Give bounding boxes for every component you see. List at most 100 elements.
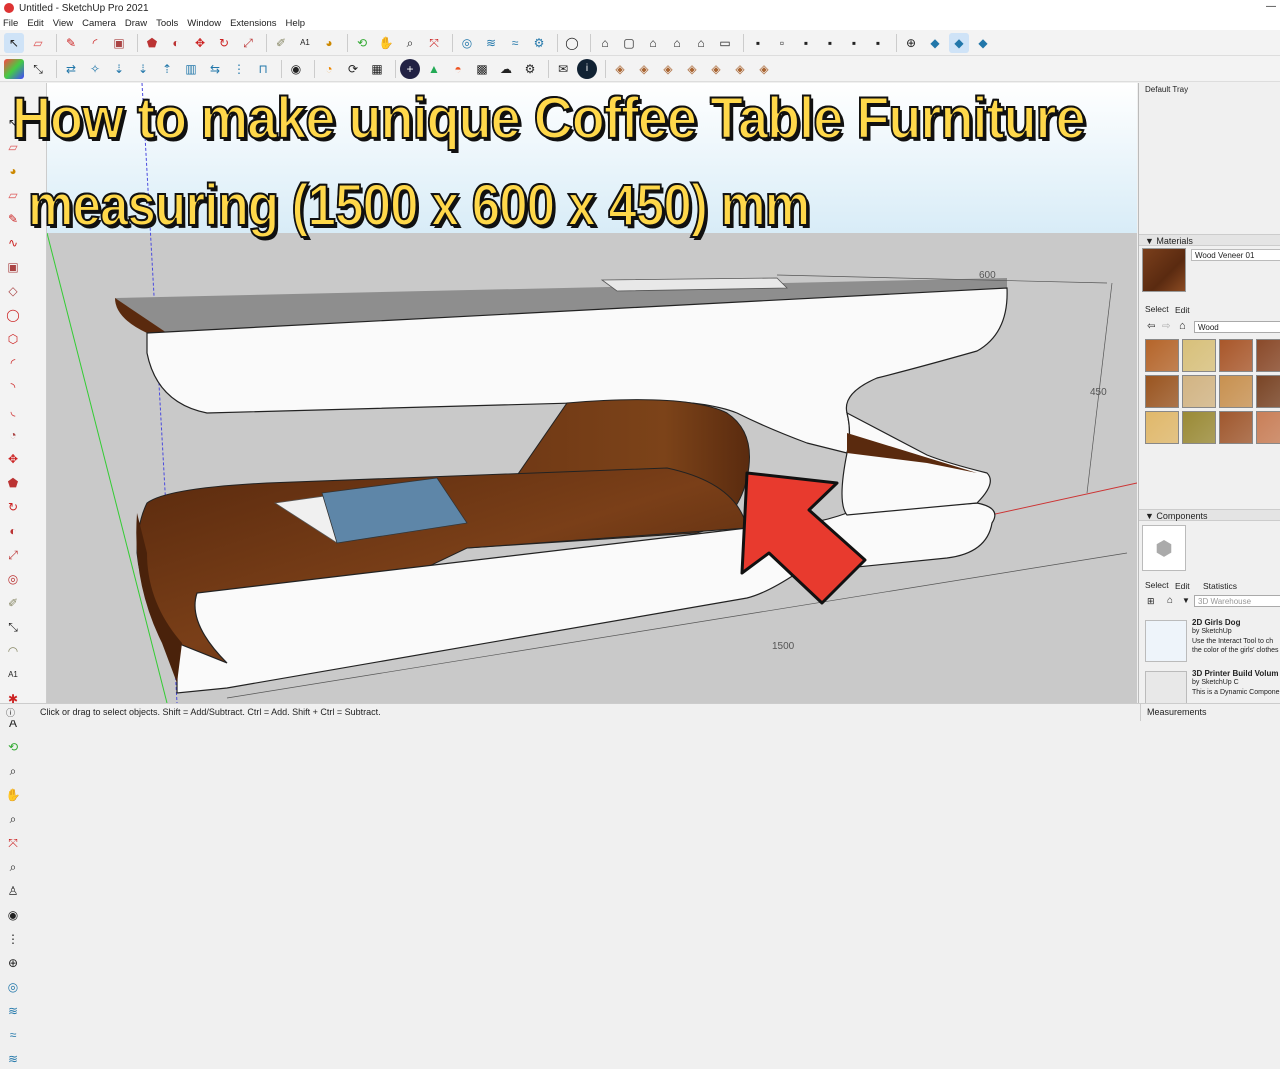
arc-tool-icon[interactable]: ◜ xyxy=(3,353,23,373)
back-arrow-icon[interactable]: ⇦ xyxy=(1147,321,1155,332)
orbit-icon[interactable]: ⟲ xyxy=(352,33,372,53)
back-view-icon[interactable]: ⌂ xyxy=(691,33,711,53)
material-swatch[interactable] xyxy=(1219,375,1253,408)
move-tool-icon[interactable]: ✥ xyxy=(3,449,23,469)
orbit-icon[interactable]: ⟲ xyxy=(3,737,23,757)
push-pull-icon[interactable]: ⬟ xyxy=(3,473,23,493)
extension-manager-icon[interactable]: ≋ xyxy=(3,1049,23,1069)
rectangle-tool-icon[interactable]: ▣ xyxy=(3,257,23,277)
paint-bucket-icon[interactable]: ◕ xyxy=(3,161,23,181)
section-display-icon[interactable]: ◆ xyxy=(925,33,945,53)
eraser-icon[interactable]: ▱ xyxy=(3,185,23,205)
material-swatch[interactable] xyxy=(1182,411,1216,444)
materials-tab-edit[interactable]: Edit xyxy=(1175,305,1190,315)
section-plane-icon[interactable]: ⊕ xyxy=(3,953,23,973)
layout-send-icon[interactable]: ◔ xyxy=(319,59,339,79)
current-material-swatch[interactable] xyxy=(1142,248,1186,292)
three-point-arc-icon[interactable]: ◟ xyxy=(3,401,23,421)
position-camera-icon[interactable]: ♙ xyxy=(3,881,23,901)
materials-tab-select[interactable]: Select xyxy=(1145,304,1169,314)
menu-camera[interactable]: Camera xyxy=(82,18,116,29)
components-tab-edit[interactable]: Edit xyxy=(1175,581,1190,591)
texture-flip-icon[interactable]: ◈ xyxy=(730,59,750,79)
offset-tool-icon[interactable]: ◎ xyxy=(3,569,23,589)
rotated-rectangle-icon[interactable]: ◇ xyxy=(3,281,23,301)
menu-tools[interactable]: Tools xyxy=(156,18,178,29)
scale-tool-icon[interactable]: ⤢ xyxy=(3,545,23,565)
rotate-tool-icon[interactable]: ↻ xyxy=(214,33,234,53)
freehand-icon[interactable]: ∿ xyxy=(3,233,23,253)
material-swatch[interactable] xyxy=(1182,375,1216,408)
monochrome-style-icon[interactable]: ▪ xyxy=(868,33,888,53)
menu-help[interactable]: Help xyxy=(286,18,306,29)
front-view-icon[interactable]: ⌂ xyxy=(643,33,663,53)
wireframe-style-icon[interactable]: ▫ xyxy=(772,33,792,53)
rectangle-tool-icon[interactable]: ▣ xyxy=(109,33,129,53)
dropdown-arrow-icon[interactable]: ▼ xyxy=(1182,596,1190,605)
zoom-extents-icon[interactable]: ⤧ xyxy=(3,833,23,853)
sun-icon[interactable]: ◓ xyxy=(448,59,468,79)
move-tool-icon[interactable]: ✥ xyxy=(190,33,210,53)
flip-icon[interactable]: ⇆ xyxy=(205,59,225,79)
section-plane-icon[interactable]: ⊕ xyxy=(901,33,921,53)
line-tool-icon[interactable]: ✎ xyxy=(61,33,81,53)
zoom-window-icon[interactable]: ⌕ xyxy=(3,809,23,829)
two-point-arc-icon[interactable]: ◝ xyxy=(3,377,23,397)
home-icon[interactable]: ⌂ xyxy=(1179,320,1186,332)
material-swatch[interactable] xyxy=(1256,411,1280,444)
zoom-icon[interactable]: ⌕ xyxy=(3,761,23,781)
info-icon[interactable]: i xyxy=(577,58,597,79)
paint-bucket-icon[interactable]: ◕ xyxy=(319,33,339,53)
texture-scale-icon[interactable]: ◈ xyxy=(682,59,702,79)
polygon-tool-icon[interactable]: ⬡ xyxy=(3,329,23,349)
scale-tool-icon[interactable]: ⤢ xyxy=(238,33,258,53)
material-swatch[interactable] xyxy=(1182,339,1216,372)
look-around-icon[interactable]: ◉ xyxy=(3,905,23,925)
tape-measure-icon[interactable]: ✐ xyxy=(3,593,23,613)
axes-icon[interactable]: ⇄ xyxy=(61,59,81,79)
component-search-input[interactable]: 3D Warehouse xyxy=(1194,595,1280,607)
sandbox-icon[interactable]: ⇣ xyxy=(109,59,129,79)
status-info-icon[interactable]: ⓘ xyxy=(0,706,40,719)
protractor-icon[interactable]: ◠ xyxy=(3,641,23,661)
menu-extensions[interactable]: Extensions xyxy=(230,18,276,29)
material-name-field[interactable]: Wood Veneer 01 xyxy=(1191,249,1280,261)
texture-fit-icon[interactable]: ◈ xyxy=(754,59,774,79)
walk-icon[interactable]: ⋮ xyxy=(3,929,23,949)
shaded-style-icon[interactable]: ▪ xyxy=(820,33,840,53)
align-icon[interactable]: ⊓ xyxy=(253,59,273,79)
eye-icon[interactable]: ◉ xyxy=(286,59,306,79)
checker-icon[interactable]: ▩ xyxy=(472,59,492,79)
extension-warehouse-icon[interactable]: ≋ xyxy=(481,33,501,53)
textured-style-icon[interactable]: ▪ xyxy=(844,33,864,53)
sandbox-drape-icon[interactable]: ⇡ xyxy=(157,59,177,79)
texture-rotate-icon[interactable]: ◈ xyxy=(658,59,678,79)
menu-draw[interactable]: Draw xyxy=(125,18,147,29)
line-tool-icon[interactable]: ✎ xyxy=(3,209,23,229)
view-options-icon[interactable]: ⊞ xyxy=(1147,596,1155,607)
zoom-icon[interactable]: ⌕ xyxy=(400,33,420,53)
texture-tool-icon[interactable]: ◈ xyxy=(610,59,630,79)
components-header[interactable]: ▼ Components xyxy=(1139,509,1280,521)
selection-options-icon[interactable]: ⤡ xyxy=(28,59,48,79)
warehouse-icon[interactable]: ◎ xyxy=(3,977,23,997)
extension-warehouse-icon[interactable]: ≋ xyxy=(3,1001,23,1021)
xray-style-icon[interactable]: ▪ xyxy=(748,33,768,53)
array-icon[interactable]: ⋮ xyxy=(229,59,249,79)
components-tab-select[interactable]: Select xyxy=(1145,580,1169,590)
bars-icon[interactable]: ▥ xyxy=(181,59,201,79)
home-icon[interactable]: ⌂ xyxy=(1167,595,1173,606)
sandbox-stamp-icon[interactable]: ⇣ xyxy=(133,59,153,79)
move-axes-icon[interactable]: ✧ xyxy=(85,59,105,79)
arc-tool-icon[interactable]: ◜ xyxy=(85,33,105,53)
eraser-icon[interactable]: ▱ xyxy=(28,33,48,53)
user-account-icon[interactable]: ◯ xyxy=(562,33,582,53)
hidden-line-style-icon[interactable]: ▪ xyxy=(796,33,816,53)
texture-bucket-icon[interactable]: ◈ xyxy=(706,59,726,79)
pan-icon[interactable]: ✋ xyxy=(3,785,23,805)
layout-icon[interactable]: ≈ xyxy=(3,1025,23,1045)
texture-position-icon[interactable]: ◈ xyxy=(634,59,654,79)
color-palette-icon[interactable] xyxy=(4,58,24,79)
layout-icon[interactable]: ≈ xyxy=(505,33,525,53)
iso-view-icon[interactable]: ⌂ xyxy=(595,33,615,53)
